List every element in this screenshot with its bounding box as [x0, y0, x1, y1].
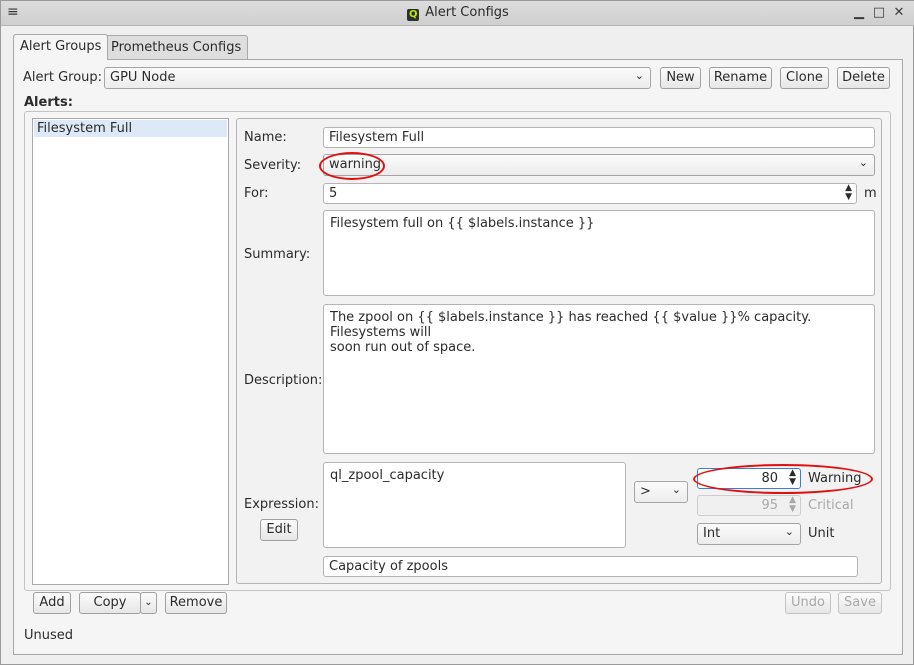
name-label: Name: — [244, 130, 287, 145]
chevron-down-icon: ⌄ — [784, 525, 794, 538]
critical-threshold-value: 95 — [761, 498, 778, 513]
spin-arrows-icon: ▲ ▼ — [789, 495, 796, 514]
rename-group-button[interactable]: Rename — [709, 67, 772, 89]
delete-group-button[interactable]: Delete — [837, 67, 890, 89]
type-select[interactable]: Int ⌄ — [697, 523, 801, 545]
list-item[interactable]: Filesystem Full — [34, 120, 227, 137]
alerts-list[interactable]: Filesystem Full — [32, 118, 229, 585]
alert-configs-window: ≡ Q Alert Configs ▁ □ ✕ Alert Groups Prom… — [0, 0, 914, 665]
window-title: Q Alert Configs — [1, 5, 914, 21]
operator-select[interactable]: > ⌄ — [634, 481, 688, 503]
save-button[interactable]: Save — [838, 592, 882, 614]
expression-description-field[interactable]: Capacity of zpools — [323, 556, 858, 577]
new-group-button[interactable]: New — [660, 67, 701, 89]
tab-prometheus-configs-label: Prometheus Configs — [111, 40, 242, 55]
copy-alert-button[interactable]: Copy — [79, 592, 141, 614]
status-text: Unused — [24, 628, 74, 643]
alert-group-label: Alert Group: — [23, 70, 103, 85]
close-icon[interactable]: ✕ — [891, 5, 907, 21]
summary-field[interactable]: Filesystem full on {{ $labels.instance }… — [323, 210, 875, 296]
edit-expression-button[interactable]: Edit — [260, 519, 298, 541]
summary-label: Summary: — [244, 247, 311, 262]
minimize-icon[interactable]: ▁ — [851, 5, 867, 21]
maximize-icon[interactable]: □ — [871, 5, 887, 21]
undo-button[interactable]: Undo — [785, 592, 831, 614]
tab-prometheus-configs[interactable]: Prometheus Configs — [104, 35, 249, 59]
critical-label: Critical — [808, 498, 854, 513]
critical-threshold-spinbox[interactable]: 95 ▲ ▼ — [697, 495, 801, 516]
description-field[interactable]: The zpool on {{ $labels.instance }} has … — [323, 304, 875, 454]
clone-group-button[interactable]: Clone — [780, 67, 829, 89]
alert-group-select[interactable]: GPU Node ⌄ — [104, 67, 651, 89]
alert-group-selected: GPU Node — [110, 70, 176, 85]
severity-highlight-circle — [319, 152, 385, 180]
for-spinbox[interactable]: 5 ▲ ▼ — [323, 183, 857, 204]
name-field[interactable]: Filesystem Full — [323, 127, 875, 148]
chevron-down-icon: ⌄ — [858, 156, 868, 169]
spin-arrows-icon[interactable]: ▲ ▼ — [845, 184, 852, 202]
window-title-text: Alert Configs — [425, 5, 509, 20]
add-alert-button[interactable]: Add — [33, 592, 71, 614]
severity-label: Severity: — [244, 158, 302, 173]
remove-alert-button[interactable]: Remove — [165, 592, 227, 614]
unit-label: Unit — [808, 526, 835, 541]
type-selected: Int — [703, 526, 721, 541]
alerts-heading: Alerts: — [24, 95, 73, 110]
for-value: 5 — [329, 186, 338, 201]
description-label: Description: — [244, 373, 323, 388]
tab-alert-groups-label: Alert Groups — [20, 39, 102, 54]
tab-alert-groups[interactable]: Alert Groups — [13, 34, 109, 60]
chevron-down-icon: ⌄ — [671, 483, 681, 496]
operator-selected: > — [640, 484, 651, 499]
warning-highlight-circle — [693, 464, 873, 494]
for-unit: m — [864, 186, 877, 201]
for-label: For: — [244, 186, 269, 201]
chevron-down-icon: ⌄ — [634, 69, 644, 82]
expression-field[interactable]: ql_zpool_capacity — [323, 462, 626, 548]
severity-select[interactable]: warning ⌄ — [323, 154, 875, 176]
app-icon: Q — [407, 9, 420, 21]
title-bar[interactable]: ≡ Q Alert Configs ▁ □ ✕ — [1, 1, 914, 26]
expression-label: Expression: — [244, 497, 319, 512]
copy-menu-chevron-icon[interactable]: ⌄ — [140, 592, 157, 614]
